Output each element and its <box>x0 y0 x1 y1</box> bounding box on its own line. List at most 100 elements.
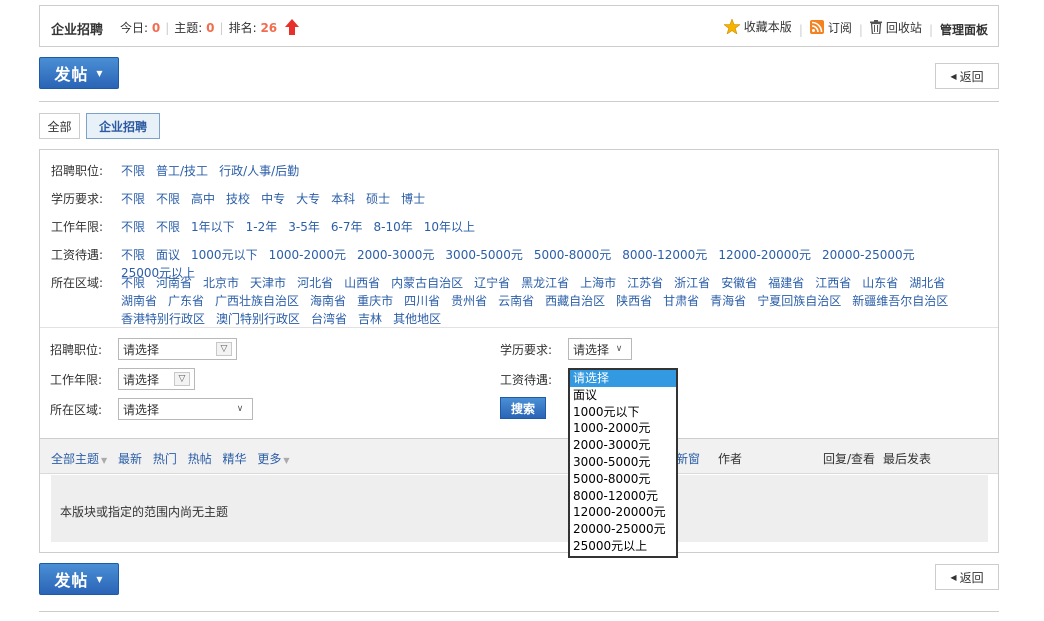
filter-option[interactable]: 不限 <box>156 190 180 208</box>
filter-option[interactable]: 浙江省 <box>674 274 710 292</box>
filter-option[interactable]: 8-10年 <box>374 218 413 236</box>
filter-option[interactable]: 5000-8000元 <box>534 246 611 264</box>
filter-option[interactable]: 中专 <box>261 190 285 208</box>
filter-option[interactable]: 不限 <box>121 218 145 236</box>
search-button[interactable]: 搜索 <box>500 397 546 419</box>
filter-option[interactable]: 1000-2000元 <box>269 246 346 264</box>
filter-option[interactable]: 1年以下 <box>191 218 235 236</box>
favorite-link[interactable]: 收藏本版 <box>723 18 792 35</box>
dropdown-option[interactable]: 8000-12000元 <box>570 488 676 505</box>
filter-option[interactable]: 天津市 <box>250 274 286 292</box>
filter-option[interactable]: 北京市 <box>203 274 239 292</box>
filter-option[interactable]: 湖北省 <box>909 274 945 292</box>
filter-option[interactable]: 12000-20000元 <box>718 246 811 264</box>
dropdown-option[interactable]: 12000-20000元 <box>570 504 676 521</box>
filter-option[interactable]: 其他地区 <box>393 310 441 328</box>
filter-option[interactable]: 湖南省 <box>121 292 157 310</box>
filter-option[interactable]: 陕西省 <box>616 292 652 310</box>
filter-option[interactable]: 2000-3000元 <box>357 246 434 264</box>
filter-option[interactable]: 重庆市 <box>357 292 393 310</box>
filter-option[interactable]: 吉林 <box>358 310 382 328</box>
subscribe-link[interactable]: 订阅 <box>809 19 852 36</box>
filter-option[interactable]: 河北省 <box>297 274 333 292</box>
filter-option[interactable]: 贵州省 <box>451 292 487 310</box>
filter-option[interactable]: 海南省 <box>310 292 346 310</box>
filter-option[interactable]: 技校 <box>226 190 250 208</box>
filter-option[interactable]: 面议 <box>156 246 180 264</box>
filter-option[interactable]: 不限 <box>121 190 145 208</box>
filter-digest[interactable]: 精华 <box>223 452 247 466</box>
filter-option[interactable]: 青海省 <box>710 292 746 310</box>
dropdown-option[interactable]: 2000-3000元 <box>570 437 676 454</box>
filter-option[interactable]: 甘肃省 <box>663 292 699 310</box>
position-select[interactable]: 请选择 ▽ <box>118 338 237 360</box>
dropdown-option[interactable]: 5000-8000元 <box>570 471 676 488</box>
filter-option[interactable]: 1000元以下 <box>191 246 258 264</box>
filter-option[interactable]: 8000-12000元 <box>622 246 707 264</box>
post-button[interactable]: 发帖 ▼ <box>39 57 119 89</box>
dropdown-option[interactable]: 面议 <box>570 387 676 404</box>
filter-option[interactable]: 1-2年 <box>246 218 278 236</box>
filter-hot[interactable]: 热门 <box>153 452 177 466</box>
filter-option[interactable]: 江西省 <box>815 274 851 292</box>
filter-option[interactable]: 广西壮族自治区 <box>215 292 299 310</box>
filter-option[interactable]: 新疆维吾尔自治区 <box>852 292 948 310</box>
filter-option[interactable]: 香港特别行政区 <box>121 310 205 328</box>
filter-option[interactable]: 山西省 <box>344 274 380 292</box>
filter-option[interactable]: 3000-5000元 <box>445 246 522 264</box>
filter-option[interactable]: 福建省 <box>768 274 804 292</box>
filter-option[interactable]: 不限 <box>121 274 145 292</box>
new-window-toggle[interactable]: 新窗 <box>676 450 700 467</box>
filter-option[interactable]: 3-5年 <box>288 218 320 236</box>
filter-hot-posts[interactable]: 热帖 <box>188 452 212 466</box>
filter-all-threads[interactable]: 全部主题 ▼ <box>51 452 107 466</box>
post-button-bottom[interactable]: 发帖 ▼ <box>39 563 119 595</box>
filter-option[interactable]: 高中 <box>191 190 215 208</box>
recycle-link[interactable]: 回收站 <box>869 19 922 36</box>
filter-option[interactable]: 大专 <box>296 190 320 208</box>
dropdown-option[interactable]: 25000元以上 <box>570 538 676 555</box>
filter-more[interactable]: 更多 ▼ <box>257 452 289 466</box>
filter-option[interactable]: 硕士 <box>366 190 390 208</box>
filter-option[interactable]: 本科 <box>331 190 355 208</box>
filter-option[interactable]: 广东省 <box>168 292 204 310</box>
filter-option[interactable]: 河南省 <box>156 274 192 292</box>
filter-latest[interactable]: 最新 <box>118 452 142 466</box>
dropdown-option[interactable]: 20000-25000元 <box>570 521 676 538</box>
back-button-bottom[interactable]: ◀ 返回 <box>935 564 999 590</box>
filter-option[interactable]: 云南省 <box>498 292 534 310</box>
filter-option[interactable]: 上海市 <box>580 274 616 292</box>
dropdown-option[interactable]: 请选择 <box>570 370 676 387</box>
filter-option[interactable]: 6-7年 <box>331 218 363 236</box>
salary-select-dropdown[interactable]: 请选择 面议 1000元以下 1000-2000元 2000-3000元 3000-500… <box>568 368 678 558</box>
filter-option[interactable]: 辽宁省 <box>474 274 510 292</box>
education-select[interactable]: 请选择 ∨ <box>568 338 632 360</box>
filter-option[interactable]: 台湾省 <box>311 310 347 328</box>
filter-option[interactable]: 内蒙古自治区 <box>391 274 463 292</box>
dropdown-option[interactable]: 1000元以下 <box>570 404 676 421</box>
tab-recruitment[interactable]: 企业招聘 <box>86 113 160 139</box>
back-button[interactable]: ◀ 返回 <box>935 63 999 89</box>
filter-option[interactable]: 10年以上 <box>424 218 475 236</box>
region-select[interactable]: 请选择 ∨ <box>118 398 253 420</box>
filter-option[interactable]: 澳门特别行政区 <box>216 310 300 328</box>
filter-option[interactable]: 西藏自治区 <box>545 292 605 310</box>
filter-option[interactable]: 江苏省 <box>627 274 663 292</box>
filter-option[interactable]: 20000-25000元 <box>822 246 915 264</box>
filter-option[interactable]: 不限 <box>121 246 145 264</box>
filter-option[interactable]: 四川省 <box>404 292 440 310</box>
filter-option[interactable]: 不限 <box>121 162 145 180</box>
filter-option[interactable]: 宁夏回族自治区 <box>757 292 841 310</box>
filter-option[interactable]: 山东省 <box>862 274 898 292</box>
filter-option[interactable]: 行政/人事/后勤 <box>219 162 299 180</box>
dropdown-option[interactable]: 3000-5000元 <box>570 454 676 471</box>
filter-option[interactable]: 安徽省 <box>721 274 757 292</box>
tab-all[interactable]: 全部 <box>39 113 80 139</box>
manage-panel-link[interactable]: 管理面板 <box>940 21 988 38</box>
filter-option[interactable]: 不限 <box>156 218 180 236</box>
dropdown-option[interactable]: 1000-2000元 <box>570 420 676 437</box>
filter-option[interactable]: 普工/技工 <box>156 162 208 180</box>
filter-option[interactable]: 黑龙江省 <box>521 274 569 292</box>
filter-option[interactable]: 博士 <box>401 190 425 208</box>
experience-select[interactable]: 请选择 ▽ <box>118 368 195 390</box>
